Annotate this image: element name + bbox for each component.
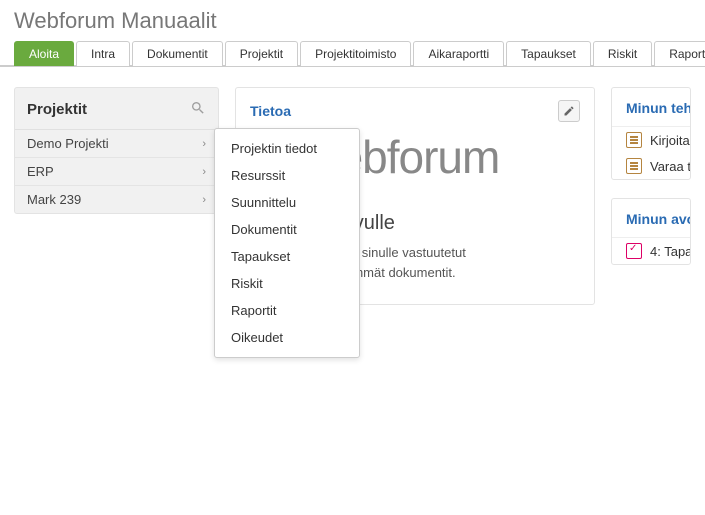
ctx-tapaukset[interactable]: Tapaukset [215, 243, 359, 270]
ctx-resurssit[interactable]: Resurssit [215, 162, 359, 189]
main-tabs: Aloita Intra Dokumentit Projektit Projek… [0, 40, 705, 67]
open-label: 4: Tapau [650, 244, 690, 259]
tab-tapaukset[interactable]: Tapaukset [506, 41, 591, 66]
task-label: Varaa til [650, 159, 690, 174]
sidebar-item-mark-239[interactable]: Mark 239 › [15, 186, 218, 213]
tab-projektitoimisto[interactable]: Projektitoimisto [300, 41, 411, 66]
ctx-oikeudet[interactable]: Oikeudet [215, 324, 359, 351]
tab-riskit[interactable]: Riskit [593, 41, 652, 66]
task-row[interactable]: Varaa til [612, 153, 690, 179]
tab-raportit[interactable]: Raportit [654, 41, 705, 66]
tab-dokumentit[interactable]: Dokumentit [132, 41, 223, 66]
projects-sidebar: Projektit Demo Projekti › ERP › Mark 239… [14, 87, 219, 214]
sidebar-item-erp[interactable]: ERP › [15, 158, 218, 186]
my-open-title: Minun avoin [612, 199, 690, 238]
search-icon[interactable] [190, 100, 206, 119]
tab-intra[interactable]: Intra [76, 41, 130, 66]
task-row[interactable]: Kirjoita l [612, 127, 690, 153]
tab-projektit[interactable]: Projektit [225, 41, 298, 66]
sidebar-item-label: ERP [27, 164, 54, 179]
checklist-icon [626, 243, 642, 259]
my-tasks-panel: Minun tehtä Kirjoita l Varaa til [611, 87, 691, 180]
chevron-right-icon: › [202, 138, 206, 150]
ctx-suunnittelu[interactable]: Suunnittelu [215, 189, 359, 216]
ctx-raportit[interactable]: Raportit [215, 297, 359, 324]
page-title: Webforum Manuaalit [0, 0, 705, 40]
info-card-title: Tietoa [250, 103, 291, 119]
clipboard-icon [626, 132, 642, 148]
clipboard-icon [626, 158, 642, 174]
edit-button[interactable] [558, 100, 580, 122]
ctx-dokumentit[interactable]: Dokumentit [215, 216, 359, 243]
my-tasks-title: Minun tehtä [612, 88, 690, 127]
tab-aikaraportti[interactable]: Aikaraportti [413, 41, 504, 66]
chevron-right-icon: › [202, 166, 206, 178]
tab-aloita[interactable]: Aloita [14, 41, 74, 66]
project-context-menu: Projektin tiedot Resurssit Suunnittelu D… [214, 128, 360, 358]
chevron-right-icon: › [202, 194, 206, 206]
sidebar-title: Projektit [27, 101, 87, 118]
ctx-projektin-tiedot[interactable]: Projektin tiedot [215, 135, 359, 162]
sidebar-item-demo-projekti[interactable]: Demo Projekti › [15, 130, 218, 158]
task-label: Kirjoita l [650, 133, 690, 148]
sidebar-item-label: Demo Projekti [27, 136, 109, 151]
open-row[interactable]: 4: Tapau [612, 238, 690, 264]
pencil-icon [563, 105, 575, 117]
sidebar-item-label: Mark 239 [27, 192, 81, 207]
my-open-panel: Minun avoin 4: Tapau [611, 198, 691, 265]
ctx-riskit[interactable]: Riskit [215, 270, 359, 297]
